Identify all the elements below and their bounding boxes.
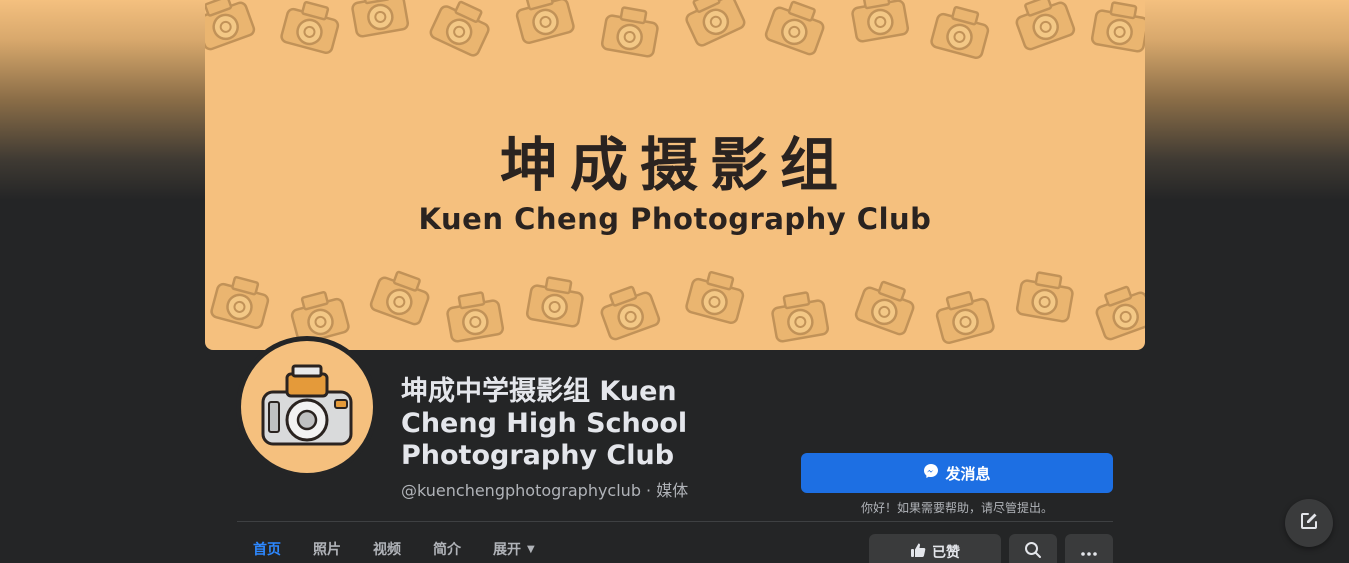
- camera-logo-icon: [241, 341, 373, 473]
- chevron-down-icon: ▼: [527, 543, 535, 555]
- search-icon: [1024, 541, 1042, 563]
- new-message-button[interactable]: [1285, 499, 1333, 547]
- page-title: 坤成中学摄影组 Kuen Cheng High School Photograp…: [401, 376, 688, 471]
- liked-label: 已赞: [932, 545, 960, 561]
- tab-about[interactable]: 简介: [417, 534, 477, 563]
- cover-title-english: Kuen Cheng Photography Club: [418, 202, 932, 236]
- tab-home[interactable]: 首页: [237, 534, 297, 563]
- send-message-button[interactable]: 发消息: [801, 453, 1113, 493]
- page-tabs: 首页 照片 视频 简介 展开 ▼: [237, 534, 551, 563]
- tab-videos[interactable]: 视频: [357, 534, 417, 563]
- tab-photos[interactable]: 照片: [297, 534, 357, 563]
- tab-more[interactable]: 展开 ▼: [477, 534, 551, 563]
- send-message-label: 发消息: [945, 464, 991, 483]
- profile-picture[interactable]: [236, 336, 378, 478]
- compose-icon: [1299, 511, 1319, 536]
- header-divider: [237, 521, 1113, 522]
- search-button[interactable]: [1009, 534, 1057, 563]
- more-icon: [1081, 543, 1097, 561]
- cover-photo[interactable]: 坤成摄影组 Kuen Cheng Photography Club: [205, 0, 1145, 350]
- page-handle: @kuenchengphotographyclub · 媒体: [401, 481, 689, 500]
- message-hint: 你好！如果需要帮助，请尽管提出。: [860, 501, 1053, 515]
- liked-button[interactable]: 已赞: [869, 534, 1001, 563]
- more-options-button[interactable]: [1065, 534, 1113, 563]
- messenger-icon: [923, 463, 939, 483]
- cover-title-chinese: 坤成摄影组: [499, 131, 850, 199]
- thumbs-up-icon: [910, 542, 926, 562]
